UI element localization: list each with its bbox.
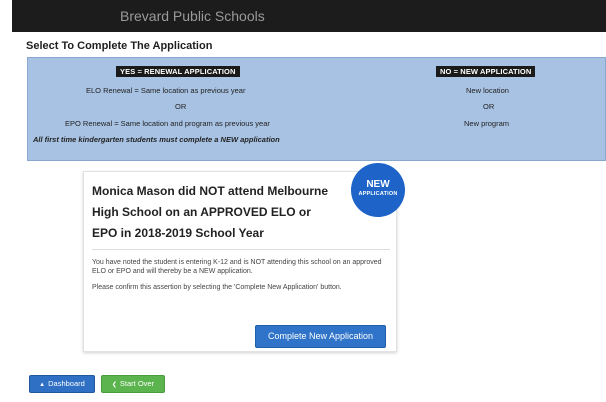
header-title: Brevard Public Schools	[120, 8, 265, 24]
card-divider	[92, 249, 390, 250]
top-header-bar: Brevard Public Schools	[12, 0, 606, 32]
badge-sub-text: APPLICATION	[358, 191, 398, 197]
chevron-up-icon: ▲	[39, 382, 46, 388]
new-program-text: New program	[464, 119, 510, 128]
kindergarten-note: All first time kindergarten students mus…	[33, 135, 280, 144]
renewal-epo-text: EPO Renewal = Same location and program …	[65, 119, 270, 128]
application-options-panel: YES = RENEWAL APPLICATION ELO Renewal = …	[27, 57, 606, 161]
confirmation-card: Monica Mason did NOT attend Melbourne Hi…	[83, 171, 397, 352]
renewal-or-text: OR	[175, 102, 187, 111]
new-option-tag: NO = NEW APPLICATION	[436, 66, 536, 77]
card-confirm-text: Please confirm this assertion by selecti…	[92, 284, 342, 291]
start-over-button[interactable]: ❮ Start Over	[101, 375, 165, 393]
chevron-left-icon: ❮	[111, 382, 117, 388]
renewal-option-tag: YES = RENEWAL APPLICATION	[116, 66, 240, 77]
new-or-text: OR	[483, 102, 495, 111]
dashboard-button-label: Dashboard	[48, 379, 85, 388]
start-over-button-label: Start Over	[119, 379, 155, 388]
card-heading: Monica Mason did NOT attend Melbourne Hi…	[92, 184, 329, 240]
new-application-badge: NEW APPLICATION	[351, 163, 405, 217]
card-explanation-text: You have noted the student is entering K…	[92, 259, 382, 275]
complete-new-application-button[interactable]: Complete New Application	[255, 325, 386, 348]
dashboard-button[interactable]: ▲ Dashboard	[29, 375, 95, 393]
new-location-text: New location	[466, 86, 509, 95]
page-title: Select To Complete The Application	[26, 40, 213, 52]
badge-main-text: NEW	[366, 179, 390, 190]
renewal-elo-text: ELO Renewal = Same location as previous …	[86, 86, 246, 95]
